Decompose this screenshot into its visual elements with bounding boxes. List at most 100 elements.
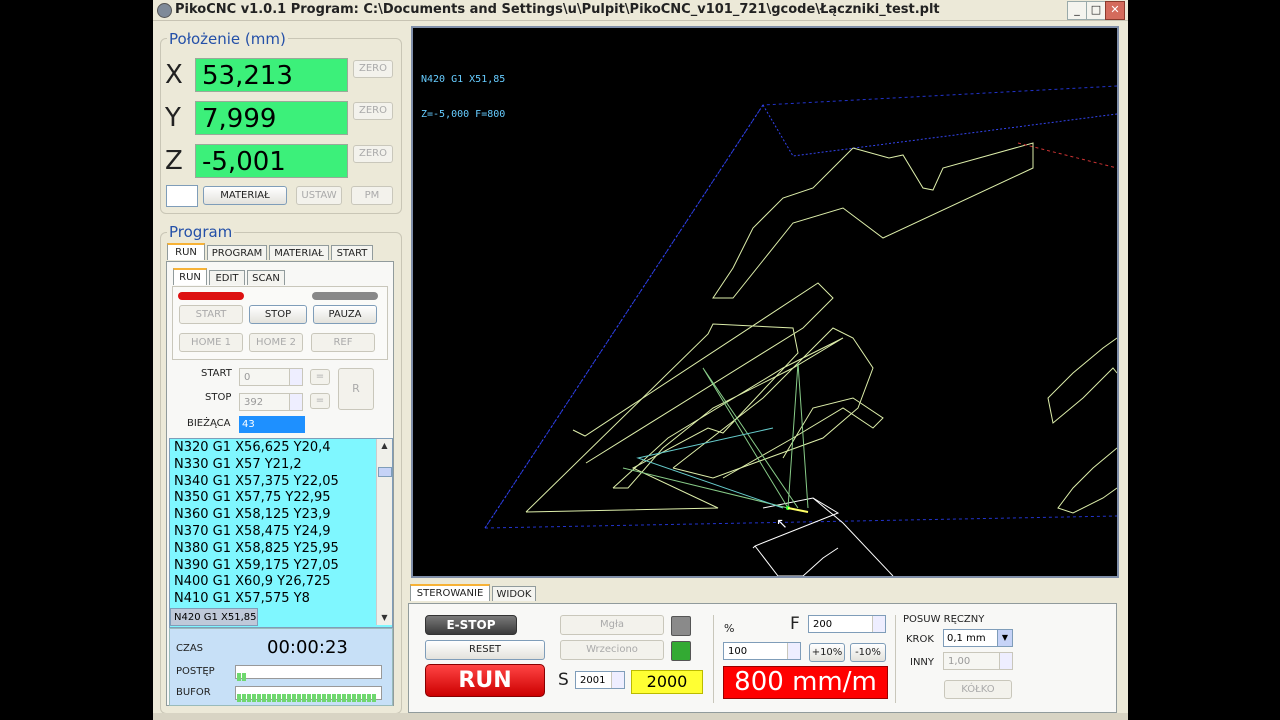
postep-label: POSTĘP (176, 666, 215, 677)
toolpath-line (525, 323, 799, 513)
tab-program[interactable]: PROGRAM (207, 245, 267, 260)
gcode-line[interactable]: N370 G1 X58,475 Y24,9 (170, 524, 374, 541)
progress-segment (367, 694, 371, 702)
tab-widok[interactable]: WIDOK (492, 586, 536, 601)
x-axis-label: X (165, 60, 183, 90)
current-line-field[interactable]: 43 (239, 416, 305, 433)
gcode-line[interactable]: N400 G1 X60,9 Y26,725 (170, 574, 374, 591)
start-line-input[interactable]: 0 (239, 368, 303, 386)
tab-sterowanie[interactable]: STEROWANIE (410, 584, 490, 601)
feed-percent-input[interactable]: 100 (723, 642, 801, 660)
subtab-scan[interactable]: SCAN (247, 270, 285, 285)
material-button[interactable]: MATERIAŁ (203, 186, 287, 205)
progress-segment (247, 694, 251, 702)
progress-segment (277, 694, 281, 702)
run-button[interactable]: RUN (425, 664, 545, 697)
zero-z-button[interactable]: ZERO (353, 145, 393, 163)
stop-line-input[interactable]: 392 (239, 393, 303, 411)
reset-button[interactable]: RESET (425, 640, 545, 660)
gcode-line[interactable]: N410 G1 X57,575 Y8 (170, 591, 374, 608)
gcode-line[interactable]: N360 G1 X58,125 Y23,9 (170, 507, 374, 524)
toolpath-line (572, 282, 834, 464)
mgla-button[interactable]: Mgła (560, 615, 664, 635)
progress-segment (272, 694, 276, 702)
progress-segment (287, 694, 291, 702)
progress-segment (327, 694, 331, 702)
start-line-set-button[interactable]: = (310, 369, 330, 385)
app-window: PikoCNC v1.0.1 Program: C:\Documents and… (153, 0, 1128, 720)
spindle-s-label: S (558, 670, 569, 690)
home2-button[interactable]: HOME 2 (249, 333, 303, 352)
feed-minus-10-button[interactable]: -10% (850, 643, 886, 662)
chevron-down-icon[interactable]: ▼ (997, 630, 1012, 646)
toolpath-viewport[interactable]: N420 G1 X51,85 Z=-5,000 F=800 ↖ (411, 26, 1119, 578)
scroll-thumb[interactable] (378, 467, 392, 477)
progress-segment (237, 694, 241, 702)
gcode-listbox[interactable]: N320 G1 X56,625 Y20,4 N330 G1 X57 Y21,2 … (169, 438, 393, 628)
toolpath-line (1047, 337, 1117, 424)
tab-run[interactable]: RUN (167, 243, 205, 260)
progress-segment (282, 694, 286, 702)
gcode-line[interactable]: N390 G1 X59,175 Y27,05 (170, 558, 374, 575)
bufor-label: BUFOR (176, 687, 211, 698)
gcode-scrollbar[interactable]: ▲ ▼ (376, 439, 392, 625)
stop-button[interactable]: STOP (249, 305, 307, 324)
krok-select[interactable]: 0,1 mm ▼ (943, 629, 1013, 647)
wrzeciono-button[interactable]: Wrzeciono (560, 640, 664, 660)
feed-percent-spinner[interactable] (787, 643, 800, 659)
e-stop-button[interactable]: E-STOP (425, 615, 517, 635)
kolko-button[interactable]: KÓŁKO (944, 680, 1012, 699)
feed-rate-input[interactable]: 200 (808, 615, 886, 633)
start-line-spinner[interactable] (289, 369, 302, 385)
inny-input[interactable]: 1,00 (943, 652, 1013, 670)
minimize-button[interactable]: _ (1067, 1, 1087, 20)
z-axis-label: Z (165, 146, 183, 176)
material-color-swatch[interactable] (166, 185, 198, 207)
stop-line-set-button[interactable]: = (310, 393, 330, 409)
subtab-edit[interactable]: EDIT (209, 270, 245, 285)
gcode-line[interactable]: N350 G1 X57,75 Y22,95 (170, 490, 374, 507)
material-box-outline (484, 104, 764, 529)
pause-status-indicator (312, 292, 378, 300)
r-button[interactable]: R (338, 368, 374, 410)
zero-x-button[interactable]: ZERO (353, 60, 393, 78)
toolpath-drawing (484, 85, 1117, 576)
program-legend: Program (167, 223, 235, 241)
zero-y-button[interactable]: ZERO (353, 102, 393, 120)
spindle-speed-spinner[interactable] (611, 672, 624, 688)
gcode-line[interactable]: N320 G1 X56,625 Y20,4 (170, 440, 374, 457)
feed-rate-value: 200 (813, 619, 833, 630)
gcode-line-selected[interactable]: N420 G1 X51,85 (170, 607, 258, 626)
tab-start[interactable]: START (331, 245, 373, 260)
progress-segment (332, 694, 336, 702)
spindle-speed-input[interactable]: 2001 (575, 671, 625, 689)
gcode-line[interactable]: N330 G1 X57 Y21,2 (170, 457, 374, 474)
feed-plus-10-button[interactable]: +10% (809, 643, 845, 662)
ref-button[interactable]: REF (311, 333, 375, 352)
inny-spinner[interactable] (999, 653, 1012, 669)
progress-segment (262, 694, 266, 702)
feed-rate-spinner[interactable] (872, 616, 885, 632)
gcode-line[interactable]: N340 G1 X57,375 Y22,05 (170, 474, 374, 491)
start-button[interactable]: START (179, 305, 243, 324)
control-tabs: STEROWANIE WIDOK (410, 584, 620, 604)
bufor-progress-bar (235, 686, 382, 702)
progress-segment (362, 694, 366, 702)
gcode-lines: N320 G1 X56,625 Y20,4 N330 G1 X57 Y21,2 … (170, 440, 374, 626)
manual-jog-label: POSUW RĘCZNY (903, 614, 985, 625)
maximize-button[interactable]: □ (1086, 1, 1106, 20)
subtab-run[interactable]: RUN (173, 268, 207, 285)
ustaw-button[interactable]: USTAW (296, 186, 342, 205)
stop-line-spinner[interactable] (289, 394, 302, 410)
close-button[interactable]: ✕ (1105, 1, 1125, 20)
scroll-up-icon[interactable]: ▲ (377, 439, 392, 453)
tab-material[interactable]: MATERIAŁ (269, 245, 329, 260)
progress-segment (352, 694, 356, 702)
scroll-down-icon[interactable]: ▼ (377, 611, 392, 625)
gcode-line[interactable]: N380 G1 X58,825 Y25,95 (170, 541, 374, 558)
pm-button[interactable]: PM (351, 186, 393, 205)
pauza-button[interactable]: PAUZA (313, 305, 377, 324)
home1-button[interactable]: HOME 1 (179, 333, 243, 352)
progress-segment (347, 694, 351, 702)
window-bottom-edge (153, 713, 1128, 720)
